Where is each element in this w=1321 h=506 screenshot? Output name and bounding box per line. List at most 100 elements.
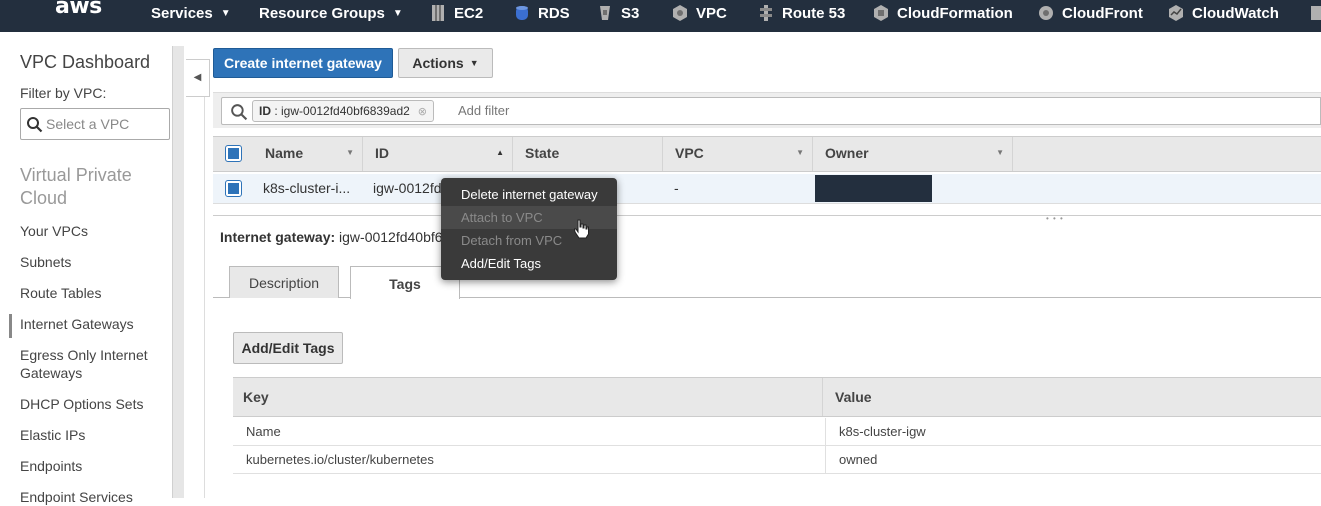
shortcut-vpc[interactable]: VPC	[672, 0, 727, 28]
shortcut-s3[interactable]: S3	[597, 0, 639, 28]
collapse-sidebar-button[interactable]: ◀	[186, 59, 210, 97]
cell-id: igw-0012fd	[373, 180, 442, 196]
tag-key: kubernetes.io/cluster/kubernetes	[246, 452, 434, 467]
resource-groups-label: Resource Groups	[259, 5, 385, 22]
shortcut-label: Route 53	[782, 5, 846, 22]
cell-name: k8s-cluster-i...	[263, 180, 351, 196]
column-header-label: VPC	[675, 145, 704, 161]
column-header-id[interactable]: ID ▲	[363, 137, 513, 171]
column-header-value: Value	[835, 389, 872, 405]
filter-input[interactable]: ID : igw-0012fd40bf6839ad2 ⊗ Add filter	[221, 97, 1321, 125]
add-edit-tags-button[interactable]: Add/Edit Tags	[233, 332, 343, 364]
sidebar-item-egress-only-internet-gateways[interactable]: Egress Only Internet Gateways	[20, 346, 160, 382]
search-icon	[231, 104, 248, 121]
cell-owner-redacted	[815, 175, 932, 202]
rds-icon	[516, 6, 528, 20]
actions-button[interactable]: Actions ▼	[398, 48, 493, 78]
column-header-state[interactable]: State	[513, 137, 663, 171]
table-row: kubernetes.io/cluster/kubernetes owned	[233, 446, 1321, 474]
column-header-label: Owner	[825, 145, 869, 161]
filter-token-value: igw-0012fd40bf6839ad2	[281, 104, 410, 118]
sort-icon: ▼	[796, 148, 804, 157]
sidebar-item-route-tables[interactable]: Route Tables	[20, 284, 160, 302]
row-checkbox[interactable]	[225, 180, 242, 197]
service-icon	[1311, 6, 1321, 20]
vpc-icon	[673, 5, 687, 21]
menu-item-delete-internet-gateway[interactable]: Delete internet gateway	[441, 183, 617, 206]
column-header-owner[interactable]: Owner ▼	[813, 137, 1013, 171]
sidebar-item-your-vpcs[interactable]: Your VPCs	[20, 222, 160, 240]
vpc-select-placeholder: Select a VPC	[46, 116, 130, 132]
menu-item-add-edit-tags[interactable]: Add/Edit Tags	[441, 252, 617, 275]
shortcut-cloudformation[interactable]: CloudFormation	[873, 0, 1013, 28]
chevron-down-icon: ▼	[220, 8, 231, 19]
menu-item-detach-from-vpc[interactable]: Detach from VPC	[441, 229, 617, 252]
hand-cursor-icon	[573, 219, 589, 239]
vpc-select[interactable]: Select a VPC	[20, 108, 170, 140]
remove-filter-icon[interactable]: ⊗	[418, 102, 427, 122]
services-menu[interactable]: Services ▼	[151, 0, 231, 28]
table-row[interactable]: k8s-cluster-i... igw-0012fd -	[213, 174, 1321, 204]
tags-table-header: Key Value	[233, 377, 1321, 417]
sidebar-title[interactable]: VPC Dashboard	[20, 52, 150, 73]
grid-header: Name ▼ ID ▲ State VPC ▼ Owner ▼	[213, 136, 1321, 172]
sidebar: VPC Dashboard Filter by VPC: Select a VP…	[0, 32, 186, 505]
resource-groups-menu[interactable]: Resource Groups ▼	[259, 0, 403, 28]
column-header-label: ID	[375, 145, 389, 161]
pane-splitter[interactable]	[213, 215, 1321, 216]
shortcut-cloudwatch[interactable]: CloudWatch	[1168, 0, 1279, 28]
shortcut-label: CloudWatch	[1192, 5, 1279, 22]
details-title: Internet gateway: igw-0012fd40bf6	[220, 229, 443, 245]
cloudfront-icon	[1039, 6, 1053, 20]
shortcut-label: VPC	[696, 5, 727, 22]
tab-description[interactable]: Description	[229, 266, 339, 298]
ec2-icon	[432, 5, 444, 21]
column-header-name[interactable]: Name ▼	[253, 137, 363, 171]
actions-label: Actions	[412, 55, 464, 71]
sidebar-section-title: Virtual Private Cloud	[20, 165, 132, 208]
sidebar-item-internet-gateways[interactable]: Internet Gateways	[20, 315, 160, 333]
column-header-vpc[interactable]: VPC ▼	[663, 137, 813, 171]
table-row: Name k8s-cluster-igw	[233, 418, 1321, 446]
shortcut-ec2[interactable]: EC2	[430, 0, 483, 28]
menu-item-attach-to-vpc[interactable]: Attach to VPC	[441, 206, 617, 229]
aws-logo[interactable]: aws	[55, 0, 102, 19]
shortcut-label: EC2	[454, 5, 484, 22]
splitter-handle-icon[interactable]: • • •	[1046, 214, 1064, 223]
sidebar-item-dhcp-options-sets[interactable]: DHCP Options Sets	[20, 395, 160, 413]
shortcut-label: CloudFormation	[897, 5, 1013, 22]
shortcut-route53[interactable]: Route 53	[758, 0, 845, 28]
column-header-label: Name	[265, 145, 304, 161]
filter-token[interactable]: ID : igw-0012fd40bf6839ad2 ⊗	[252, 100, 435, 122]
cloudwatch-icon	[1169, 5, 1183, 21]
shortcut-rds[interactable]: RDS	[514, 0, 570, 28]
cloudformation-icon	[874, 5, 888, 21]
sidebar-item-elastic-ips[interactable]: Elastic IPs	[20, 426, 160, 444]
active-item-indicator	[9, 314, 12, 338]
chevron-down-icon: ▼	[469, 58, 479, 68]
tag-value: owned	[825, 446, 1321, 473]
sidebar-item-endpoint-services[interactable]: Endpoint Services	[20, 488, 160, 506]
filter-bar: ID : igw-0012fd40bf6839ad2 ⊗ Add filter	[213, 92, 1321, 128]
add-filter-placeholder[interactable]: Add filter	[458, 103, 509, 118]
top-navigation-bar: aws Services ▼ Resource Groups ▼ EC2 RDS S…	[0, 0, 1321, 32]
column-header-key: Key	[233, 378, 823, 416]
sidebar-item-endpoints[interactable]: Endpoints	[20, 457, 160, 475]
cell-vpc: -	[674, 180, 679, 196]
column-header-label: State	[525, 145, 560, 161]
shortcut-more[interactable]	[1309, 0, 1321, 28]
select-all-checkbox[interactable]	[225, 145, 242, 162]
shortcut-label: RDS	[538, 5, 570, 22]
shortcut-label: CloudFront	[1062, 5, 1143, 22]
divider	[204, 97, 205, 498]
chevron-left-icon: ◀	[193, 72, 202, 83]
sidebar-item-subnets[interactable]: Subnets	[20, 253, 160, 271]
route53-icon	[760, 5, 772, 21]
sort-ascending-icon: ▲	[496, 148, 504, 157]
tag-key: Name	[246, 424, 281, 439]
create-internet-gateway-button[interactable]: Create internet gateway	[213, 48, 393, 78]
sidebar-scrollbar[interactable]	[172, 46, 184, 498]
details-title-value: igw-0012fd40bf6	[339, 229, 443, 245]
search-icon	[27, 117, 43, 133]
shortcut-cloudfront[interactable]: CloudFront	[1038, 0, 1143, 28]
